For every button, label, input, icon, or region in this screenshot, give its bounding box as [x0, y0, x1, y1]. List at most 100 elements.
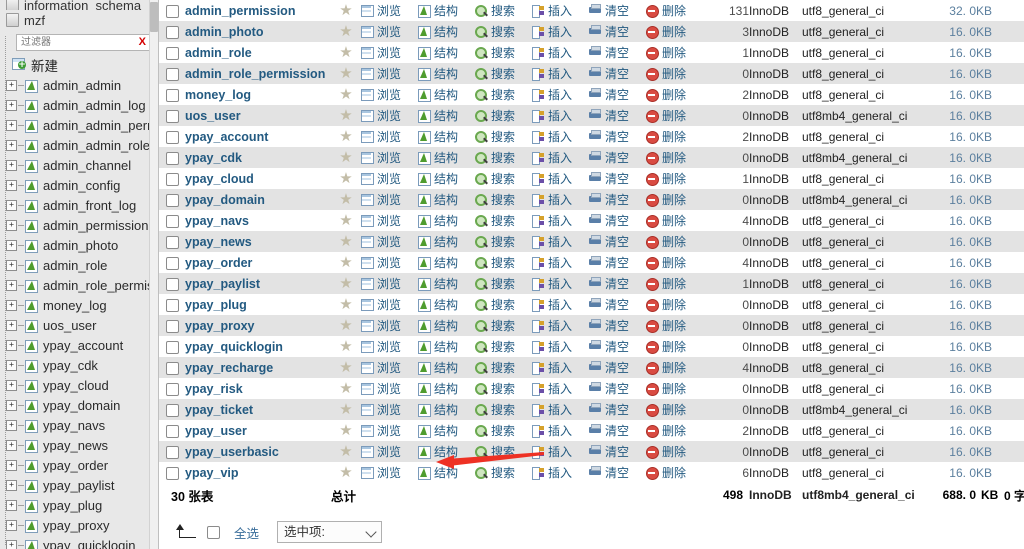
drop-link[interactable]: 删除	[646, 107, 703, 124]
insert-link[interactable]: 插入	[532, 401, 589, 418]
browse-link[interactable]: 浏览	[361, 401, 418, 418]
insert-link[interactable]: 插入	[532, 128, 589, 145]
sidebar-item-admin-admin-role[interactable]: + admin_admin_role	[0, 135, 158, 155]
row-checkbox[interactable]	[165, 361, 179, 375]
insert-link[interactable]: 插入	[532, 44, 589, 61]
browse-link[interactable]: 浏览	[361, 233, 418, 250]
browse-link[interactable]: 浏览	[361, 359, 418, 376]
expand-icon[interactable]: +	[6, 119, 17, 131]
favorite-star-icon[interactable]: ★	[339, 423, 353, 438]
expand-icon[interactable]: +	[6, 259, 17, 271]
table-name-link[interactable]: ypay_news	[185, 235, 252, 249]
empty-link[interactable]: 清空	[589, 23, 646, 40]
insert-link[interactable]: 插入	[532, 422, 589, 439]
sidebar-item-ypay-navs[interactable]: + ypay_navs	[0, 415, 158, 435]
sidebar-item-admin-front-log[interactable]: + admin_front_log	[0, 195, 158, 215]
expand-icon[interactable]: +	[6, 379, 17, 391]
table-name-link[interactable]: ypay_quicklogin	[185, 340, 283, 354]
sidebar-item-admin-config[interactable]: + admin_config	[0, 175, 158, 195]
insert-link[interactable]: 插入	[532, 464, 589, 481]
drop-link[interactable]: 删除	[646, 275, 703, 292]
table-name-link[interactable]: ypay_risk	[185, 382, 243, 396]
expand-icon[interactable]: +	[6, 459, 17, 471]
expand-icon[interactable]: +	[6, 79, 17, 91]
table-name-link[interactable]: ypay_userbasic	[185, 445, 279, 459]
insert-link[interactable]: 插入	[532, 149, 589, 166]
expand-icon[interactable]: +	[6, 279, 17, 291]
favorite-star-icon[interactable]: ★	[339, 87, 353, 102]
drop-link[interactable]: 删除	[646, 44, 703, 61]
browse-link[interactable]: 浏览	[361, 254, 418, 271]
empty-link[interactable]: 清空	[589, 191, 646, 208]
sidebar-item-ypay-account[interactable]: + ypay_account	[0, 335, 158, 355]
favorite-star-icon[interactable]: ★	[339, 192, 353, 207]
favorite-star-icon[interactable]: ★	[339, 129, 353, 144]
row-checkbox[interactable]	[165, 67, 179, 81]
drop-link[interactable]: 删除	[646, 23, 703, 40]
insert-link[interactable]: 插入	[532, 380, 589, 397]
sidebar-item-admin-permission[interactable]: + admin_permission	[0, 215, 158, 235]
browse-link[interactable]: 浏览	[361, 86, 418, 103]
row-checkbox[interactable]	[165, 235, 179, 249]
table-name-link[interactable]: ypay_vip	[185, 466, 239, 480]
search-link[interactable]: 搜索	[475, 380, 532, 397]
clear-filter-icon[interactable]: X	[139, 35, 146, 50]
favorite-star-icon[interactable]: ★	[339, 108, 353, 123]
db-item-current[interactable]: mzf	[0, 10, 158, 30]
insert-link[interactable]: 插入	[532, 317, 589, 334]
expand-icon[interactable]: +	[6, 319, 17, 331]
browse-link[interactable]: 浏览	[361, 338, 418, 355]
structure-link[interactable]: 结构	[418, 380, 475, 397]
empty-link[interactable]: 清空	[589, 212, 646, 229]
expand-icon[interactable]: +	[6, 99, 17, 111]
expand-icon[interactable]: +	[6, 479, 17, 491]
row-checkbox[interactable]	[165, 151, 179, 165]
empty-link[interactable]: 清空	[589, 128, 646, 145]
sidebar-item-money-log[interactable]: + money_log	[0, 295, 158, 315]
insert-link[interactable]: 插入	[532, 338, 589, 355]
search-link[interactable]: 搜索	[475, 107, 532, 124]
sidebar-item-ypay-quicklogin[interactable]: + ypay_quicklogin	[0, 535, 158, 549]
table-name-link[interactable]: admin_permission	[185, 4, 295, 18]
structure-link[interactable]: 结构	[418, 212, 475, 229]
sidebar-item-ypay-plug[interactable]: + ypay_plug	[0, 495, 158, 515]
search-link[interactable]: 搜索	[475, 401, 532, 418]
insert-link[interactable]: 插入	[532, 443, 589, 460]
empty-link[interactable]: 清空	[589, 380, 646, 397]
insert-link[interactable]: 插入	[532, 254, 589, 271]
drop-link[interactable]: 删除	[646, 443, 703, 460]
row-checkbox[interactable]	[165, 109, 179, 123]
row-checkbox[interactable]	[165, 424, 179, 438]
sidebar-item-admin-role[interactable]: + admin_role	[0, 255, 158, 275]
drop-link[interactable]: 删除	[646, 2, 703, 19]
search-link[interactable]: 搜索	[475, 338, 532, 355]
favorite-star-icon[interactable]: ★	[339, 318, 353, 333]
browse-link[interactable]: 浏览	[361, 128, 418, 145]
structure-link[interactable]: 结构	[418, 170, 475, 187]
favorite-star-icon[interactable]: ★	[339, 444, 353, 459]
table-name-link[interactable]: ypay_cdk	[185, 151, 242, 165]
drop-link[interactable]: 删除	[646, 65, 703, 82]
select-all-label[interactable]: 全选	[234, 523, 259, 542]
expand-icon[interactable]: +	[6, 159, 17, 171]
favorite-star-icon[interactable]: ★	[339, 234, 353, 249]
favorite-star-icon[interactable]: ★	[339, 3, 353, 18]
expand-icon[interactable]: +	[6, 179, 17, 191]
insert-link[interactable]: 插入	[532, 191, 589, 208]
row-checkbox[interactable]	[165, 130, 179, 144]
row-checkbox[interactable]	[165, 172, 179, 186]
search-link[interactable]: 搜索	[475, 296, 532, 313]
expand-icon[interactable]: +	[6, 239, 17, 251]
insert-link[interactable]: 插入	[532, 212, 589, 229]
table-name-link[interactable]: ypay_paylist	[185, 277, 260, 291]
drop-link[interactable]: 删除	[646, 170, 703, 187]
browse-link[interactable]: 浏览	[361, 191, 418, 208]
insert-link[interactable]: 插入	[532, 296, 589, 313]
structure-link[interactable]: 结构	[418, 44, 475, 61]
favorite-star-icon[interactable]: ★	[339, 171, 353, 186]
insert-link[interactable]: 插入	[532, 23, 589, 40]
favorite-star-icon[interactable]: ★	[339, 339, 353, 354]
row-checkbox[interactable]	[165, 445, 179, 459]
table-name-link[interactable]: ypay_order	[185, 256, 252, 270]
row-checkbox[interactable]	[165, 46, 179, 60]
